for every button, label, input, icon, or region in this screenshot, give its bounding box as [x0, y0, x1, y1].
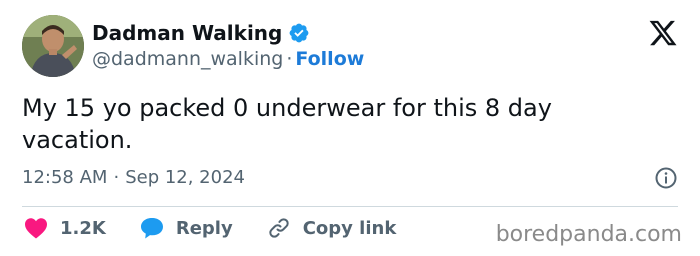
tweet-date[interactable]: Sep 12, 2024 [125, 167, 245, 188]
timestamp-row: 12:58 AM · Sep 12, 2024 [22, 167, 245, 188]
follow-button[interactable]: Follow [295, 48, 364, 70]
reply-label: Reply [175, 217, 233, 239]
display-name[interactable]: Dadman Walking [92, 21, 282, 45]
tweet-card: Dadman Walking @dadmann_walking · Follow M… [0, 0, 700, 256]
like-button[interactable]: 1.2K [24, 217, 106, 239]
handle[interactable]: @dadmann_walking [92, 48, 283, 70]
copy-link-button[interactable]: Copy link [267, 216, 397, 240]
like-count: 1.2K [60, 217, 106, 239]
link-icon [269, 218, 289, 238]
reply-button[interactable]: Reply [140, 217, 233, 239]
heart-icon [25, 218, 47, 239]
tweet-time[interactable]: 12:58 AM [22, 167, 107, 188]
speech-bubble-icon [140, 218, 163, 239]
tweet-text: My 15 yo packed 0 underwear for this 8 d… [22, 94, 552, 154]
action-bar: 1.2K Reply Copy link [24, 216, 396, 240]
watermark: boredpanda.com [495, 222, 682, 247]
avatar-photo [22, 15, 84, 77]
avatar[interactable] [22, 15, 84, 77]
handle-separator: · [286, 48, 293, 70]
verified-badge-icon [288, 22, 310, 44]
divider [22, 206, 678, 207]
name-row: Dadman Walking [92, 21, 310, 45]
copy-link-label: Copy link [302, 217, 397, 239]
info-icon[interactable] [654, 166, 678, 190]
timestamp-separator: · [113, 167, 120, 188]
x-logo-icon[interactable] [648, 18, 678, 48]
handle-row: @dadmann_walking · Follow [92, 48, 364, 70]
